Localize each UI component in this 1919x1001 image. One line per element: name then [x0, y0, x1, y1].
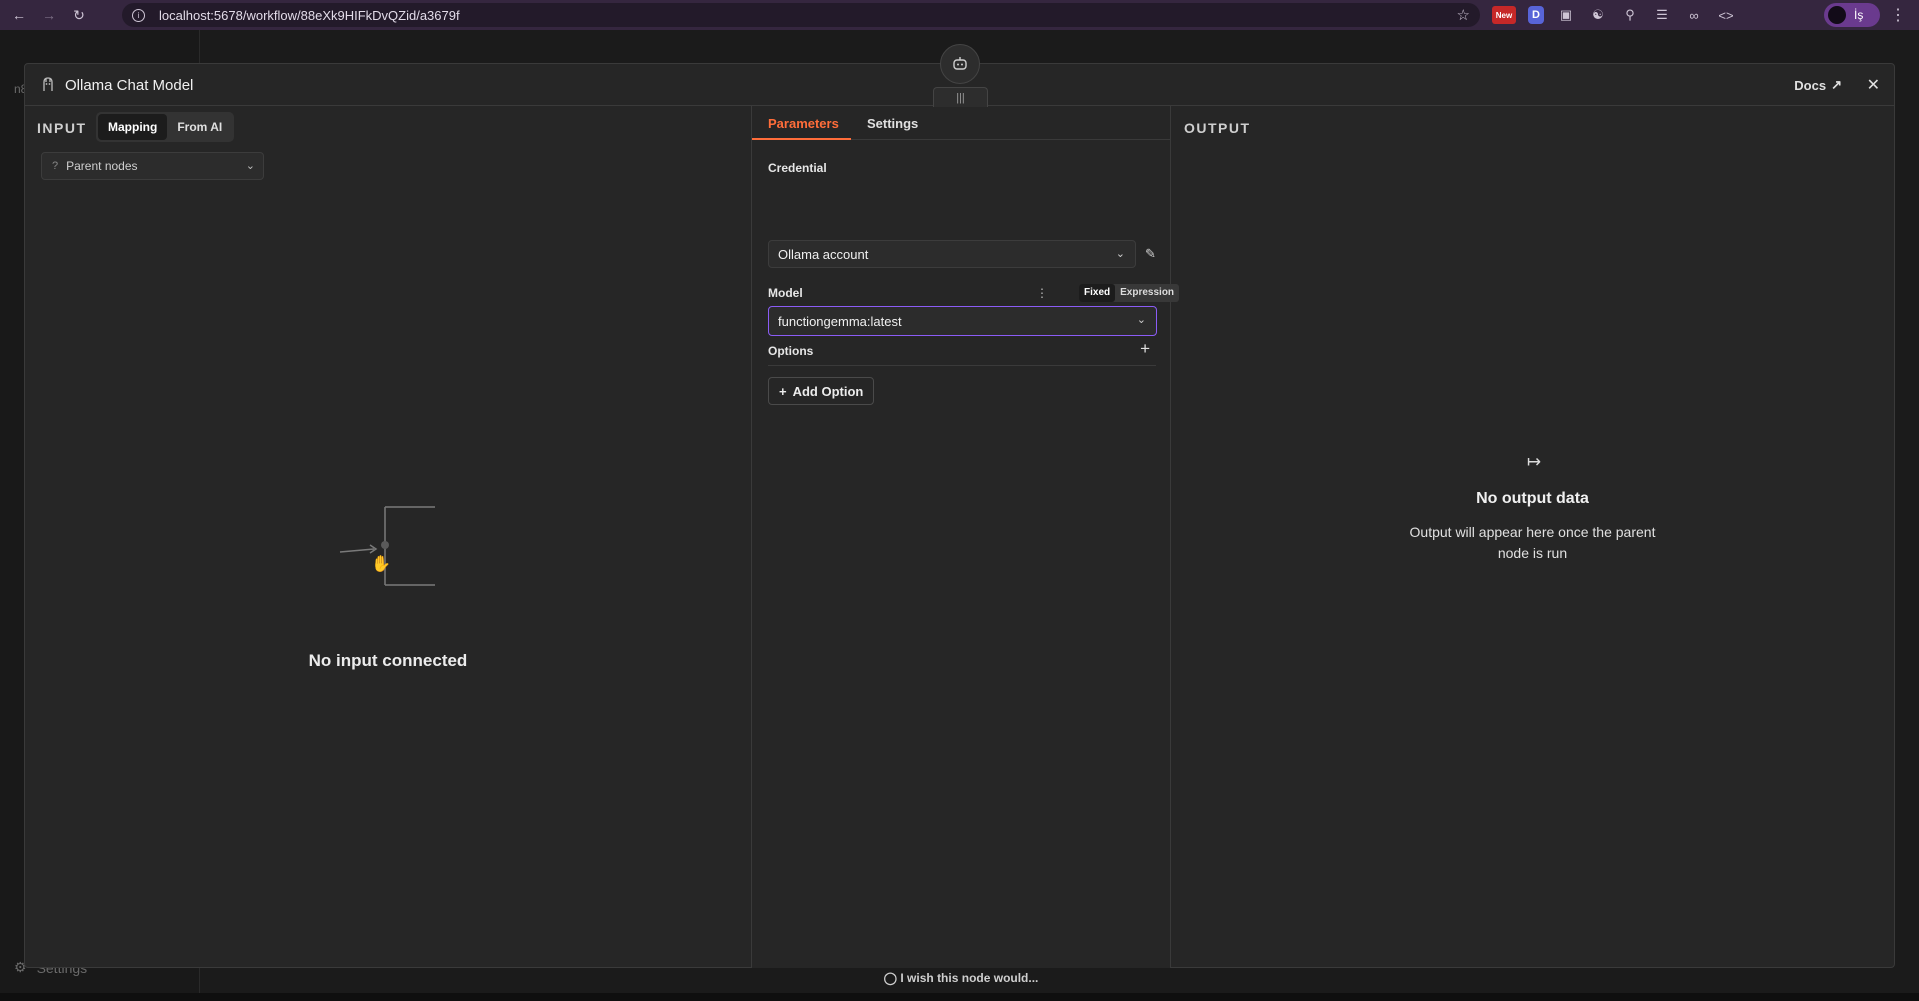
model-value: functiongemma:latest: [778, 313, 902, 329]
link-icon[interactable]: ∞: [1684, 6, 1704, 24]
arrow-right-to-line-icon: ↦: [1526, 452, 1542, 471]
add-option-label: Add Option: [792, 383, 864, 399]
extension-new-icon[interactable]: New: [1492, 6, 1516, 24]
tab-settings[interactable]: Settings: [867, 116, 918, 131]
tab-parameters[interactable]: Parameters: [768, 116, 839, 131]
output-label: OUTPUT: [1184, 120, 1251, 136]
plus-icon[interactable]: +: [1140, 339, 1150, 359]
reload-icon[interactable]: ↻: [68, 4, 90, 26]
avatar: [1828, 6, 1846, 24]
model-label: Model: [768, 286, 803, 300]
model-select[interactable]: functiongemma:latest ⌄: [768, 306, 1157, 336]
code-icon[interactable]: <>: [1716, 6, 1736, 24]
parent-nodes-label: Parent nodes: [66, 159, 138, 173]
parameter-tabs: Parameters Settings: [752, 106, 1170, 140]
no-output-title: No output data: [1476, 490, 1589, 507]
address-bar[interactable]: i localhost:5678/workflow/88eXk9HIFkDvQZ…: [122, 3, 1480, 27]
input-mode-toggle: Mapping From AI: [96, 112, 235, 142]
incognito-icon[interactable]: ☯: [1588, 6, 1608, 24]
extensions-row: New D ▣ ☯ ⚲ ☰ ∞ <>: [1492, 4, 1736, 26]
profile-initial: İş: [1854, 8, 1864, 22]
expression-mode-button[interactable]: Expression: [1115, 284, 1179, 302]
lightbulb-icon: ◯: [883, 971, 898, 985]
docs-link[interactable]: Docs ↗: [1794, 77, 1842, 93]
docs-label: Docs: [1794, 77, 1827, 93]
close-icon[interactable]: ✕: [1867, 75, 1880, 95]
bookmark-star-icon[interactable]: ☆: [1457, 6, 1470, 24]
back-icon[interactable]: ←: [8, 4, 30, 26]
external-link-icon: ↗: [1831, 77, 1842, 92]
node-details-modal: Ollama Chat Model Docs ↗ ✕ INPUT Mapping…: [24, 63, 1895, 985]
translate-icon[interactable]: ☰: [1652, 6, 1672, 24]
ollama-icon: [43, 77, 53, 91]
chevron-down-icon: ⌄: [245, 160, 255, 172]
chevron-down-icon: ⌄: [1136, 314, 1146, 326]
forward-icon[interactable]: →: [38, 4, 60, 26]
browser-menu-icon[interactable]: ⋮: [1890, 5, 1906, 25]
input-panel: INPUT Mapping From AI ? Parent nodes ⌄ ✋…: [25, 106, 751, 968]
feedback-text: I wish this node would...: [900, 971, 1039, 985]
no-input-illustration: ✋: [339, 506, 435, 586]
extension-d-icon[interactable]: D: [1528, 6, 1544, 24]
url-text: localhost:5678/workflow/88eXk9HIFkDvQZid…: [159, 7, 460, 23]
input-label: INPUT: [37, 120, 87, 136]
site-info-icon[interactable]: i: [132, 8, 145, 22]
field-options-icon[interactable]: ⋮: [1036, 286, 1048, 300]
mapping-mode-button[interactable]: Mapping: [98, 114, 168, 140]
feedback-link[interactable]: ◯ I wish this node would...: [752, 971, 1170, 985]
extensions-puzzle-icon[interactable]: ▣: [1556, 6, 1576, 24]
from-ai-mode-button[interactable]: From AI: [167, 114, 232, 140]
active-tab-indicator: [752, 138, 851, 140]
no-input-text: No input connected: [308, 651, 468, 670]
password-key-icon[interactable]: ⚲: [1620, 6, 1640, 24]
chevron-down-icon: ⌄: [1115, 248, 1125, 260]
credential-value: Ollama account: [778, 246, 869, 262]
credential-select[interactable]: Ollama account ⌄: [768, 240, 1136, 268]
fixed-mode-button[interactable]: Fixed: [1079, 284, 1116, 302]
parameters-panel: Parameters Settings Credential Ollama ac…: [751, 106, 1180, 985]
no-output-subtitle: Output will appear here once the parent …: [1409, 524, 1656, 561]
plus-icon: +: [779, 383, 787, 399]
options-section: Options +: [768, 339, 1156, 366]
browser-toolbar: ← → ↻ i localhost:5678/workflow/88eXk9HI…: [0, 0, 1919, 30]
taskbar: [0, 993, 1919, 1001]
robot-icon: [953, 57, 967, 70]
output-panel: OUTPUT ↦ No output data Output will appe…: [1171, 106, 1894, 968]
pencil-icon[interactable]: ✎: [1145, 246, 1156, 262]
node-title: Ollama Chat Model: [65, 77, 194, 94]
drag-handle[interactable]: |||: [933, 87, 988, 107]
credential-label: Credential: [768, 161, 827, 175]
node-robot-icon[interactable]: [940, 44, 980, 84]
question-icon: ?: [52, 160, 59, 172]
add-option-button[interactable]: + Add Option: [768, 377, 875, 405]
fixed-expression-toggle: Fixed Expression: [1079, 284, 1180, 302]
parent-nodes-select[interactable]: ? Parent nodes ⌄: [41, 152, 264, 180]
profile-button[interactable]: İş: [1824, 3, 1880, 27]
options-label: Options: [768, 344, 814, 358]
svg-text:✋: ✋: [371, 554, 391, 573]
